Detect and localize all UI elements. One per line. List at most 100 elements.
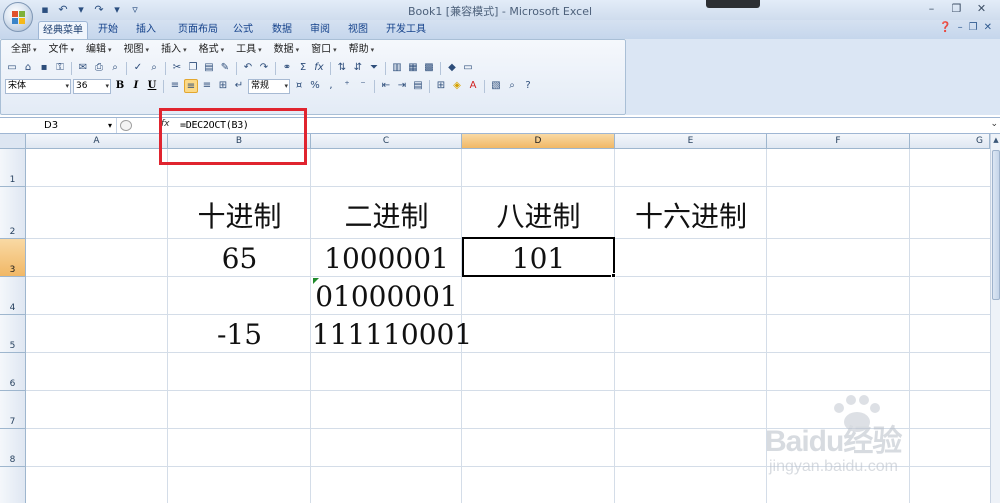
- pivot-icon[interactable]: ▦: [406, 61, 420, 75]
- redo-icon[interactable]: ↷: [257, 61, 271, 75]
- find-icon[interactable]: ⌕: [505, 79, 519, 93]
- error-indicator[interactable]: [313, 278, 319, 284]
- align-right-icon[interactable]: ≡: [200, 79, 214, 93]
- print-preview-icon[interactable]: ⌕: [108, 61, 122, 75]
- tab-formulas[interactable]: 公式: [226, 21, 260, 39]
- increase-indent-icon[interactable]: ⇥: [395, 79, 409, 93]
- menu-format[interactable]: 格式 ▾: [193, 43, 231, 57]
- fill-color-icon[interactable]: ◈: [450, 79, 464, 93]
- minimize-button[interactable]: –: [919, 1, 944, 17]
- cell-c2[interactable]: 二进制: [311, 195, 462, 235]
- paste-icon[interactable]: ▤: [202, 61, 216, 75]
- row-header-7[interactable]: 7: [0, 391, 26, 429]
- format-cells-icon[interactable]: ▤: [411, 79, 425, 93]
- row-header-8[interactable]: 8: [0, 429, 26, 467]
- table-icon[interactable]: ▩: [422, 61, 436, 75]
- row-header-2[interactable]: 2: [0, 187, 26, 239]
- cell-c5[interactable]: 111110001: [311, 318, 473, 351]
- styles-icon[interactable]: ▧: [489, 79, 503, 93]
- row-header-4[interactable]: 4: [0, 277, 26, 315]
- folder-icon[interactable]: ▭: [461, 61, 475, 75]
- format-painter-icon[interactable]: ✎: [218, 61, 232, 75]
- autosum-icon[interactable]: Σ: [296, 61, 310, 75]
- sort-descending-icon[interactable]: ⇵: [351, 61, 365, 75]
- underline-button[interactable]: U: [145, 79, 159, 93]
- chevron-down-icon[interactable]: ▾: [108, 118, 112, 133]
- tab-classic-menu[interactable]: 经典菜单: [38, 21, 88, 39]
- hyperlink-icon[interactable]: ⚭: [280, 61, 294, 75]
- office-button[interactable]: [3, 2, 33, 32]
- increase-decimal-icon[interactable]: ⁺: [340, 79, 354, 93]
- cell-d2[interactable]: 八进制: [462, 195, 615, 235]
- bold-button[interactable]: B: [113, 79, 127, 93]
- sort-ascending-icon[interactable]: ⇅: [335, 61, 349, 75]
- row-header-9[interactable]: [0, 467, 26, 503]
- column-header-d[interactable]: D: [462, 134, 615, 149]
- tab-developer[interactable]: 开发工具: [382, 21, 430, 39]
- insert-function-icon[interactable]: fx: [312, 61, 326, 75]
- font-color-icon[interactable]: A: [466, 79, 480, 93]
- font-name-select[interactable]: 宋体 ▾: [5, 78, 71, 94]
- new-document-icon[interactable]: ▭: [5, 61, 19, 75]
- fill-handle[interactable]: [611, 273, 616, 278]
- help-icon[interactable]: ?: [521, 79, 535, 93]
- workbook-restore-icon[interactable]: ❐: [969, 22, 978, 33]
- column-header-a[interactable]: A: [26, 134, 168, 149]
- name-box[interactable]: D3 ▾: [0, 118, 117, 133]
- cell-c4[interactable]: 01000001: [311, 280, 462, 313]
- italic-button[interactable]: I: [129, 79, 143, 93]
- tab-data[interactable]: 数据: [266, 21, 298, 39]
- menu-help[interactable]: 帮助 ▾: [343, 43, 381, 57]
- align-center-icon[interactable]: ≡: [184, 79, 198, 93]
- open-folder-icon[interactable]: ⌂: [21, 61, 35, 75]
- permission-icon[interactable]: ⚿: [53, 61, 67, 75]
- workbook-minimize-icon[interactable]: –: [958, 22, 963, 33]
- comma-button[interactable]: ,: [324, 79, 338, 93]
- scrollbar-thumb[interactable]: [992, 150, 1000, 300]
- save-icon[interactable]: ▪: [37, 61, 51, 75]
- menu-file[interactable]: 文件 ▾: [43, 43, 81, 57]
- column-header-c[interactable]: C: [311, 134, 462, 149]
- filter-icon[interactable]: ⏷: [367, 61, 381, 75]
- scroll-up-icon[interactable]: ▲: [992, 136, 1000, 146]
- cut-icon[interactable]: ✂: [170, 61, 184, 75]
- font-size-select[interactable]: 36 ▾: [73, 78, 111, 94]
- drawing-icon[interactable]: ◆: [445, 61, 459, 75]
- tab-page-layout[interactable]: 页面布局: [170, 21, 226, 39]
- decrease-decimal-icon[interactable]: ⁻: [356, 79, 370, 93]
- row-header-3[interactable]: 3: [0, 239, 26, 277]
- row-header-6[interactable]: 6: [0, 353, 26, 391]
- cell-c3[interactable]: 1000001: [311, 242, 462, 275]
- cell-b3[interactable]: 65: [168, 242, 311, 275]
- cell-b5[interactable]: -15: [168, 318, 311, 351]
- borders-icon[interactable]: ⊞: [434, 79, 448, 93]
- align-left-icon[interactable]: ≡: [168, 79, 182, 93]
- menu-all[interactable]: 全部 ▾: [5, 43, 43, 57]
- column-header-e[interactable]: E: [615, 134, 767, 149]
- copy-icon[interactable]: ❐: [186, 61, 200, 75]
- tab-insert[interactable]: 插入: [130, 21, 162, 39]
- cancel-entry-icon[interactable]: [120, 120, 132, 131]
- row-header-1[interactable]: 1: [0, 149, 26, 187]
- menu-tools[interactable]: 工具 ▾: [230, 43, 268, 57]
- wrap-text-icon[interactable]: ↵: [232, 79, 246, 93]
- column-header-f[interactable]: F: [767, 134, 910, 149]
- decrease-indent-icon[interactable]: ⇤: [379, 79, 393, 93]
- print-icon[interactable]: ⎙: [92, 61, 106, 75]
- currency-icon[interactable]: ¤: [292, 79, 306, 93]
- menu-edit[interactable]: 编辑 ▾: [80, 43, 118, 57]
- cell-e2[interactable]: 十六进制: [615, 195, 767, 235]
- email-icon[interactable]: ✉: [76, 61, 90, 75]
- number-format-select[interactable]: 常规 ▾: [248, 78, 290, 94]
- close-button[interactable]: ✕: [969, 1, 994, 17]
- chart-icon[interactable]: ▥: [390, 61, 404, 75]
- spelling-icon[interactable]: ✓: [131, 61, 145, 75]
- cell-b2[interactable]: 十进制: [168, 195, 311, 235]
- menu-insert[interactable]: 插入 ▾: [155, 43, 193, 57]
- menu-window[interactable]: 窗口 ▾: [305, 43, 343, 57]
- select-all-corner[interactable]: [0, 134, 26, 149]
- percent-button[interactable]: %: [308, 79, 322, 93]
- maximize-button[interactable]: ❐: [944, 1, 969, 17]
- undo-icon[interactable]: ↶: [241, 61, 255, 75]
- help-icon[interactable]: ❓: [939, 22, 951, 33]
